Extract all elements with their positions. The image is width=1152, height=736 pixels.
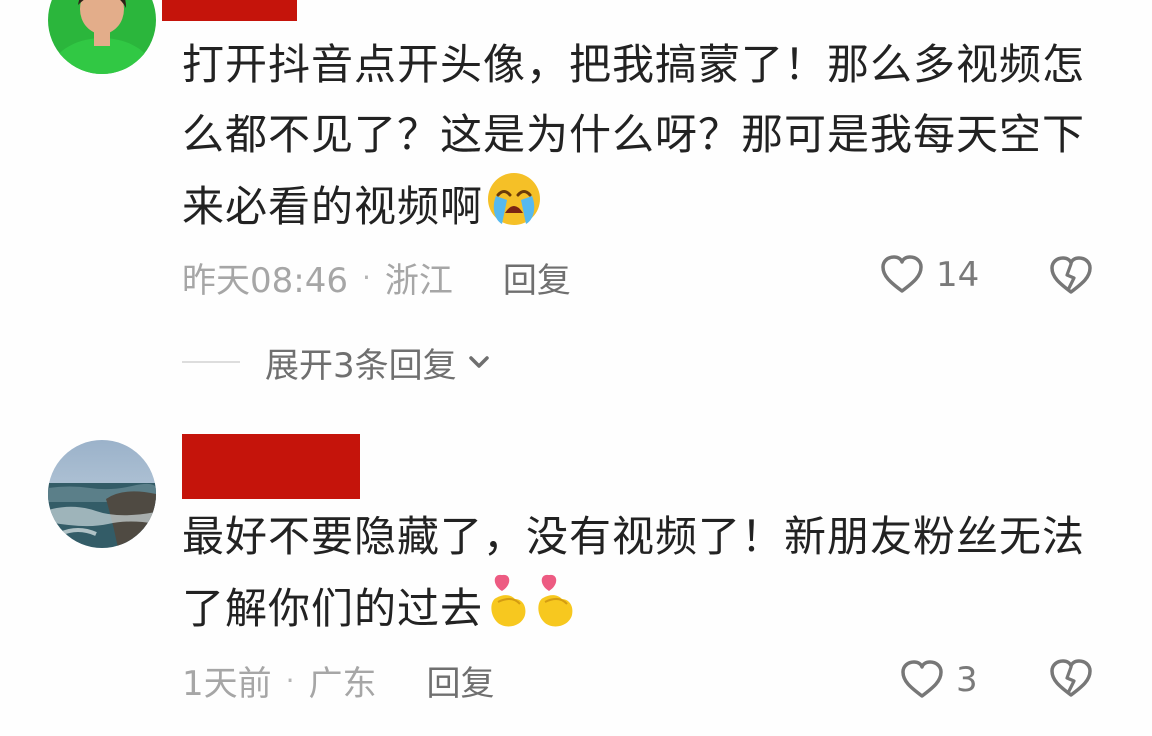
reply-button[interactable]: 回复	[503, 253, 571, 302]
expand-replies-button[interactable]: 展开3条回复	[182, 336, 493, 388]
heart-outline-icon	[881, 255, 923, 293]
expand-replies-label: 展开3条回复	[265, 345, 457, 386]
comment-time: 昨天08:46	[182, 260, 348, 301]
dislike-button[interactable]	[1048, 253, 1094, 299]
redacted-username	[182, 434, 360, 499]
avatar-image	[48, 440, 156, 548]
meta-separator: ·	[361, 260, 371, 294]
finger-heart-emoji	[532, 572, 577, 651]
comment-text: 最好不要隐藏了，没有视频了！新朋友粉丝无法了解你们的过去	[182, 502, 1092, 651]
comment-text: 打开抖音点开头像，把我搞蒙了！那么多视频怎么都不见了？这是为什么呀？那可是我每天…	[182, 30, 1092, 249]
avatar-image	[48, 0, 156, 74]
like-button[interactable]: 14	[878, 251, 979, 299]
comment-meta: 昨天08:46 · 浙江 回复	[182, 253, 571, 301]
loudly-crying-face-emoji	[485, 170, 543, 249]
dislike-button[interactable]	[1048, 656, 1094, 702]
redacted-username	[162, 0, 297, 21]
comment-item: 打开抖音点开头像，把我搞蒙了！那么多视频怎么都不见了？这是为什么呀？那可是我每天…	[0, 0, 1152, 410]
broken-heart-icon	[1050, 256, 1092, 294]
finger-heart-emoji	[485, 572, 530, 651]
like-button[interactable]: 3	[898, 656, 978, 704]
comment-time: 1天前	[182, 663, 272, 704]
comments-screen: 打开抖音点开头像，把我搞蒙了！那么多视频怎么都不见了？这是为什么呀？那可是我每天…	[0, 0, 1152, 736]
comment-meta: 1天前 · 广东 回复	[182, 656, 495, 704]
heart-outline-icon	[901, 660, 943, 698]
reply-button[interactable]: 回复	[427, 656, 495, 705]
comment-location: 广东	[308, 663, 377, 704]
broken-heart-icon	[1050, 659, 1092, 697]
comment-location: 浙江	[384, 260, 453, 301]
user-avatar[interactable]	[48, 440, 156, 548]
comment-body: 打开抖音点开头像，把我搞蒙了！那么多视频怎么都不见了？这是为什么呀？那可是我每天…	[182, 40, 1086, 231]
user-avatar[interactable]	[48, 0, 156, 74]
comment-item: 最好不要隐藏了，没有视频了！新朋友粉丝无法了解你们的过去 1天前 · 广东 回复	[0, 410, 1152, 736]
like-count: 3	[956, 660, 978, 700]
comment-body: 最好不要隐藏了，没有视频了！新朋友粉丝无法了解你们的过去	[182, 512, 1086, 633]
expand-divider-line	[182, 361, 240, 363]
chevron-down-icon	[465, 348, 493, 376]
meta-separator: ·	[285, 663, 295, 697]
like-count: 14	[936, 255, 980, 295]
